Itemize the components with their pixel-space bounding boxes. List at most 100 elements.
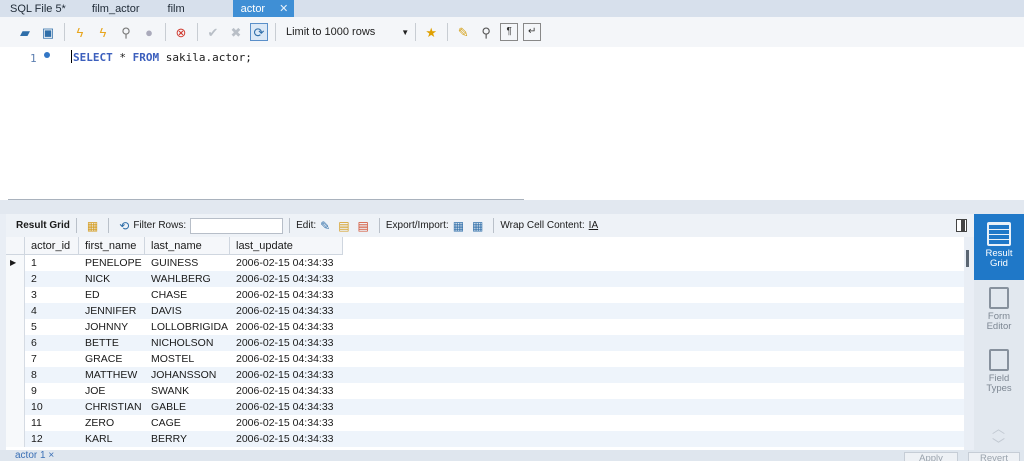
execute-icon[interactable]: ϟ — [71, 23, 89, 41]
table-cell[interactable]: 6 — [25, 335, 79, 351]
vertical-scrollbar[interactable] — [966, 250, 969, 267]
wrap-icon[interactable]: ↵ — [523, 23, 542, 41]
row-marker[interactable] — [6, 415, 25, 431]
table-cell[interactable]: 3 — [25, 287, 79, 303]
table-cell[interactable]: CHASE — [145, 287, 230, 303]
result-tab-actor-1[interactable]: actor 1 × — [15, 450, 54, 461]
table-cell[interactable]: 2006-02-15 04:34:33 — [230, 367, 343, 383]
row-marker[interactable] — [6, 271, 25, 287]
table-cell[interactable]: 2006-02-15 04:34:33 — [230, 271, 343, 287]
apply-button[interactable]: Apply — [904, 452, 958, 461]
table-row[interactable]: 2 NICK WAHLBERG 2006-02-15 04:34:33 — [6, 271, 964, 287]
table-row[interactable]: ▶ 1 PENELOPE GUINESS 2006-02-15 04:34:33 — [6, 255, 964, 271]
table-cell[interactable]: KARL — [79, 431, 145, 447]
table-row[interactable]: 7 GRACE MOSTEL 2006-02-15 04:34:33 — [6, 351, 964, 367]
sql-editor[interactable]: 1 SELECT * FROM sakila.actor; — [0, 47, 1024, 201]
table-cell[interactable]: JOHANSSON — [145, 367, 230, 383]
table-cell[interactable]: 2006-02-15 04:34:33 — [230, 303, 343, 319]
explain-icon[interactable]: ⚲ — [117, 23, 135, 41]
filter-rows-input[interactable] — [190, 217, 284, 234]
table-cell[interactable]: MATTHEW — [79, 367, 145, 383]
table-cell[interactable]: 2006-02-15 04:34:33 — [230, 431, 343, 447]
table-cell[interactable]: 2006-02-15 04:34:33 — [230, 399, 343, 415]
tab-sql-file-5[interactable]: SQL File 5* — [0, 0, 78, 17]
table-cell[interactable]: 2006-02-15 04:34:33 — [230, 287, 343, 303]
toggle-error-icon[interactable]: ⊗ — [172, 23, 190, 41]
table-cell[interactable]: 7 — [25, 351, 79, 367]
table-cell[interactable]: 5 — [25, 319, 79, 335]
invisible-chars-icon[interactable]: ¶ — [500, 23, 519, 41]
sql-code-line[interactable]: SELECT * FROM sakila.actor; — [71, 50, 252, 64]
beautify-icon[interactable]: ✎ — [454, 23, 472, 41]
table-cell[interactable]: GUINESS — [145, 255, 230, 271]
toggle-side-panel-icon[interactable] — [956, 219, 967, 232]
tab-film-actor[interactable]: film_actor — [78, 0, 152, 17]
wrap-cell-icon[interactable]: IA — [589, 220, 598, 231]
table-cell[interactable]: JOE — [79, 383, 145, 399]
grid-icon[interactable]: ▦ — [87, 219, 98, 233]
table-cell[interactable]: 2006-02-15 04:34:33 — [230, 319, 343, 335]
row-marker[interactable] — [6, 351, 25, 367]
edit-row-icon[interactable]: ✎ — [320, 219, 330, 233]
current-row-marker-icon[interactable]: ▶ — [6, 255, 25, 271]
row-marker[interactable] — [6, 335, 25, 351]
rollback-icon[interactable]: ✖ — [227, 23, 245, 41]
table-cell[interactable]: CAGE — [145, 415, 230, 431]
table-row[interactable]: 4 JENNIFER DAVIS 2006-02-15 04:34:33 — [6, 303, 964, 319]
table-cell[interactable]: CHRISTIAN — [79, 399, 145, 415]
form-editor-button[interactable]: Form Editor — [974, 284, 1024, 338]
table-row[interactable]: 3 ED CHASE 2006-02-15 04:34:33 — [6, 287, 964, 303]
table-cell[interactable]: BETTE — [79, 335, 145, 351]
close-icon[interactable]: ✕ — [279, 2, 288, 15]
table-cell[interactable]: JENNIFER — [79, 303, 145, 319]
result-grid-view-button[interactable]: Result Grid — [974, 214, 1024, 280]
table-cell[interactable]: LOLLOBRIGIDA — [145, 319, 230, 335]
delete-row-icon[interactable]: ▤ — [358, 219, 369, 233]
table-cell[interactable]: GABLE — [145, 399, 230, 415]
stop-icon[interactable]: ● — [140, 23, 158, 41]
tab-actor[interactable]: actor ✕ — [232, 0, 295, 17]
commit-icon[interactable]: ✔ — [204, 23, 222, 41]
table-cell[interactable]: 4 — [25, 303, 79, 319]
refresh-icon[interactable]: ⟲ — [119, 219, 129, 233]
column-header-actor-id[interactable]: actor_id — [25, 237, 79, 255]
table-row[interactable]: 9 JOE SWANK 2006-02-15 04:34:33 — [6, 383, 964, 399]
tab-film[interactable]: film — [152, 0, 197, 17]
table-cell[interactable]: 12 — [25, 431, 79, 447]
table-row[interactable]: 12 KARL BERRY 2006-02-15 04:34:33 — [6, 431, 964, 447]
import-icon[interactable]: ▦ — [472, 219, 483, 233]
table-cell[interactable]: NICK — [79, 271, 145, 287]
row-marker[interactable] — [6, 319, 25, 335]
open-folder-icon[interactable]: ▰ — [16, 23, 34, 41]
table-cell[interactable]: 2006-02-15 04:34:33 — [230, 383, 343, 399]
table-cell[interactable]: 2006-02-15 04:34:33 — [230, 415, 343, 431]
revert-button[interactable]: Revert — [968, 452, 1020, 461]
bookmark-icon[interactable]: ★ — [422, 23, 440, 41]
limit-rows-select[interactable]: Limit to 1000 rows ▼ — [282, 22, 413, 42]
table-cell[interactable]: 9 — [25, 383, 79, 399]
row-marker[interactable] — [6, 431, 25, 447]
field-types-button[interactable]: Field Types — [974, 346, 1024, 400]
table-cell[interactable]: 8 — [25, 367, 79, 383]
table-cell[interactable]: 2006-02-15 04:34:33 — [230, 335, 343, 351]
autocommit-icon[interactable]: ⟳ — [250, 23, 268, 41]
column-header-last-name[interactable]: last_name — [145, 237, 230, 255]
table-cell[interactable]: 2006-02-15 04:34:33 — [230, 351, 343, 367]
column-header-first-name[interactable]: first_name — [79, 237, 145, 255]
export-icon[interactable]: ▦ — [453, 219, 464, 233]
table-cell[interactable]: ED — [79, 287, 145, 303]
table-row[interactable]: 10 CHRISTIAN GABLE 2006-02-15 04:34:33 — [6, 399, 964, 415]
result-grid[interactable]: actor_id first_name last_name last_updat… — [6, 237, 964, 450]
table-row[interactable]: 8 MATTHEW JOHANSSON 2006-02-15 04:34:33 — [6, 367, 964, 383]
table-cell[interactable]: DAVIS — [145, 303, 230, 319]
row-marker[interactable] — [6, 399, 25, 415]
table-cell[interactable]: 1 — [25, 255, 79, 271]
table-cell[interactable]: ZERO — [79, 415, 145, 431]
table-cell[interactable]: MOSTEL — [145, 351, 230, 367]
table-cell[interactable]: WAHLBERG — [145, 271, 230, 287]
table-cell[interactable]: 11 — [25, 415, 79, 431]
table-cell[interactable]: NICHOLSON — [145, 335, 230, 351]
save-icon[interactable]: ▣ — [39, 23, 57, 41]
panel-divider[interactable] — [0, 200, 1024, 214]
table-row[interactable]: 6 BETTE NICHOLSON 2006-02-15 04:34:33 — [6, 335, 964, 351]
